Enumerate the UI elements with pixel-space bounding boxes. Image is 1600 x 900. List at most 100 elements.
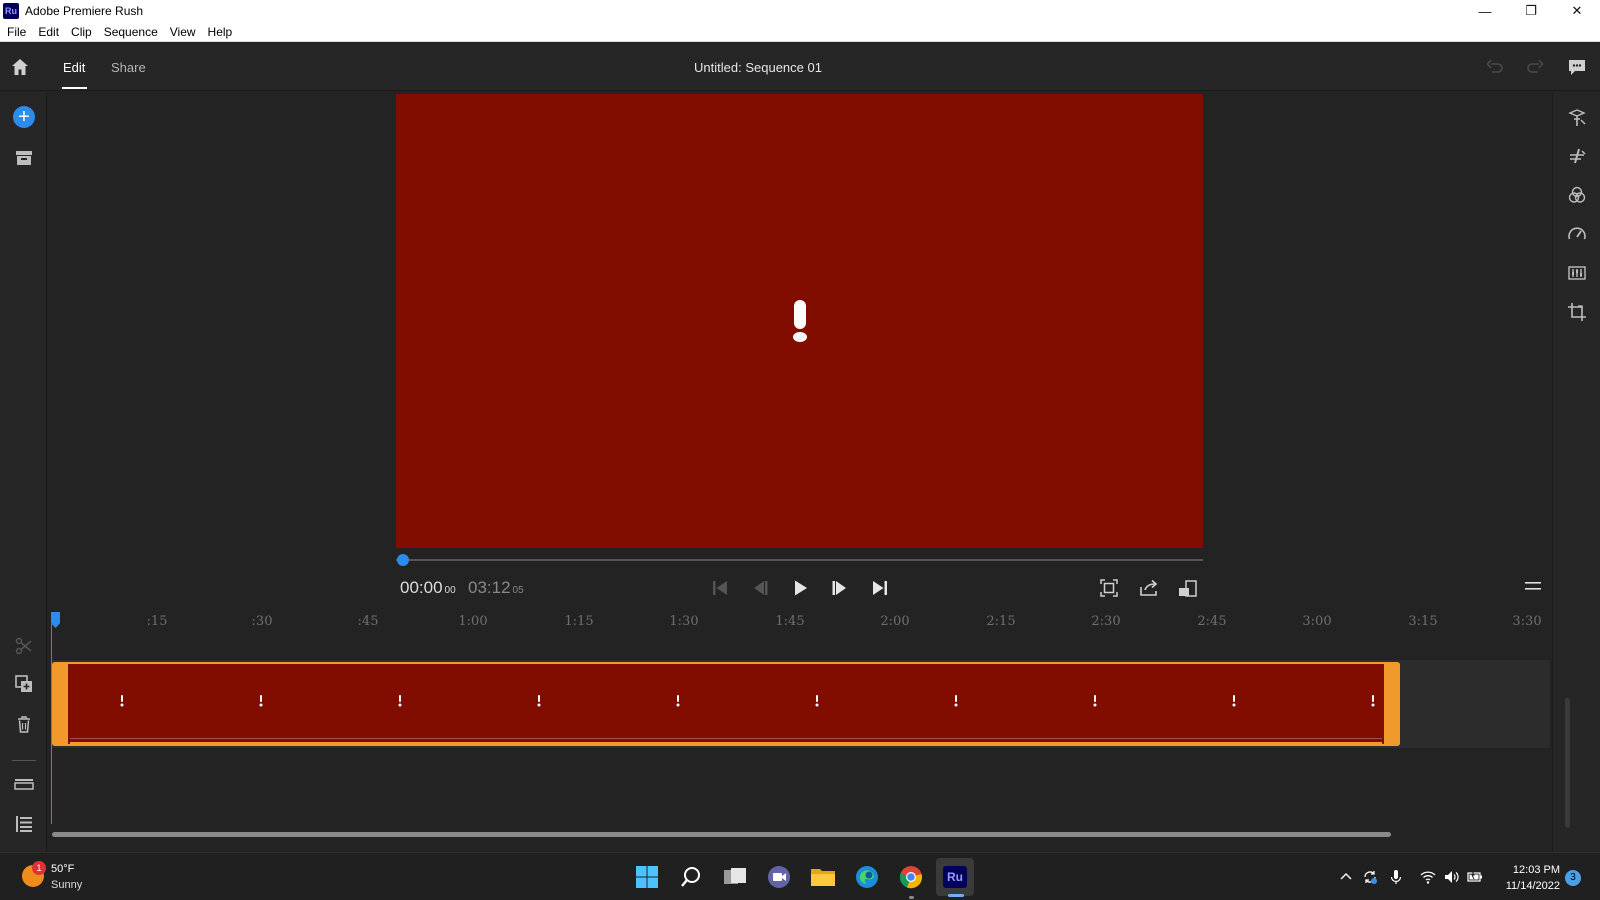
menu-edit[interactable]: Edit <box>38 25 59 39</box>
start-button[interactable] <box>633 863 661 891</box>
edge-browser-button[interactable] <box>853 863 881 891</box>
teams-chat-button[interactable] <box>765 863 793 891</box>
volume-icon[interactable] <box>1443 869 1459 885</box>
fit-to-frame-icon[interactable] <box>1098 578 1120 598</box>
ruler-tick: 2:45 <box>1197 614 1227 629</box>
premiere-rush-taskbar-button[interactable]: Ru <box>936 858 974 896</box>
clip-offline-icon <box>120 695 124 707</box>
duplicate-clip-button[interactable] <box>12 672 36 696</box>
play-icon[interactable] <box>789 578 811 598</box>
window-title-bar: Ru Adobe Premiere Rush — ❐ ✕ <box>0 0 1600 22</box>
weather-condition[interactable]: Sunny <box>51 879 82 891</box>
titles-icon[interactable] <box>1567 108 1587 128</box>
sequence-title: Untitled: Sequence 01 <box>694 60 822 75</box>
windows-taskbar: 1 50°F Sunny Ru 12:03 PM 11/14/2022 3 <box>0 852 1600 900</box>
clip-offline-icon <box>1093 695 1097 707</box>
scissors-icon <box>15 637 32 655</box>
file-explorer-button[interactable] <box>809 863 837 891</box>
undo-icon[interactable] <box>1486 58 1504 76</box>
task-view-button[interactable] <box>721 863 749 891</box>
ruler-tick: 3:30 <box>1512 614 1542 629</box>
ruler-tick: 1:00 <box>458 614 488 629</box>
playback-scrubber[interactable] <box>396 559 1203 561</box>
timeline-clip[interactable] <box>52 662 1400 746</box>
ruler-tick: :30 <box>251 614 273 629</box>
scrubber-handle[interactable] <box>397 554 409 566</box>
window-controls: — ❐ ✕ <box>1462 0 1600 22</box>
ruler-tick: 2:15 <box>986 614 1016 629</box>
ruler-tick: 2:00 <box>880 614 910 629</box>
timeline-ruler[interactable]: :15 :30 :45 1:00 1:15 1:30 1:45 2:00 2:1… <box>51 604 1550 646</box>
speed-icon[interactable] <box>1567 224 1587 244</box>
notification-badge[interactable]: 3 <box>1565 870 1581 886</box>
track-list-button[interactable] <box>12 812 36 836</box>
chevron-up-icon[interactable] <box>1338 869 1354 885</box>
menu-sequence[interactable]: Sequence <box>104 25 158 39</box>
transitions-icon[interactable] <box>1567 146 1587 166</box>
redo-icon[interactable] <box>1526 58 1544 76</box>
clip-offline-icon <box>259 695 263 707</box>
clock-date[interactable]: 11/14/2022 <box>1490 880 1560 892</box>
minimize-button[interactable]: — <box>1462 0 1508 22</box>
toolbar-separator <box>12 760 36 761</box>
chrome-browser-button[interactable] <box>897 863 925 891</box>
menu-clip[interactable]: Clip <box>71 25 92 39</box>
clock-time[interactable]: 12:03 PM <box>1490 864 1560 876</box>
timeline-horizontal-scrollbar[interactable] <box>52 832 1391 837</box>
close-button[interactable]: ✕ <box>1554 0 1600 22</box>
total-time: 03:12 <box>468 578 511 597</box>
left-toolbar: + <box>0 92 47 852</box>
folder-icon <box>811 869 835 886</box>
aspect-ratio-icon[interactable] <box>1177 578 1199 598</box>
clip-offline-icon <box>1371 695 1375 707</box>
timeline-vertical-scrollbar[interactable] <box>1565 698 1570 828</box>
audio-icon[interactable] <box>1567 263 1587 283</box>
clip-trim-handle-right[interactable] <box>1384 662 1400 746</box>
clip-audio-strip <box>70 742 1382 744</box>
right-toolbar <box>1552 92 1600 852</box>
clip-trim-handle-left[interactable] <box>52 662 68 746</box>
program-monitor[interactable] <box>396 94 1203 548</box>
feedback-icon[interactable] <box>1567 57 1587 77</box>
color-icon[interactable] <box>1567 185 1587 205</box>
wifi-icon[interactable] <box>1420 869 1436 885</box>
restore-button[interactable]: ❐ <box>1508 0 1554 22</box>
list-icon <box>16 816 32 832</box>
trash-icon <box>18 716 30 733</box>
track-controls-button[interactable] <box>12 772 36 796</box>
project-assets-button[interactable] <box>12 146 36 170</box>
chrome-icon <box>899 866 922 889</box>
timeline-menu-icon[interactable] <box>1524 580 1542 592</box>
ruler-tick: 1:15 <box>564 614 594 629</box>
add-media-button[interactable]: + <box>13 106 35 128</box>
share-export-icon[interactable] <box>1138 578 1160 598</box>
app-header: Edit Share Untitled: Sequence 01 <box>0 43 1600 91</box>
box-icon <box>16 151 32 165</box>
menu-help[interactable]: Help <box>208 25 233 39</box>
sync-icon[interactable] <box>1362 869 1378 885</box>
go-to-end-icon[interactable] <box>869 578 891 598</box>
ruler-tick: :15 <box>146 614 168 629</box>
delete-clip-button[interactable] <box>12 712 36 736</box>
task-view-icon <box>724 868 746 884</box>
total-frames: 05 <box>512 585 524 596</box>
rush-active-indicator <box>948 894 964 897</box>
microphone-icon[interactable] <box>1388 869 1404 885</box>
track-icon <box>14 779 34 790</box>
chrome-running-indicator <box>909 896 914 899</box>
step-forward-icon[interactable] <box>829 578 851 598</box>
menu-file[interactable]: File <box>7 25 26 39</box>
menu-bar: File Edit Clip Sequence View Help <box>0 22 1600 42</box>
menu-view[interactable]: View <box>170 25 196 39</box>
clip-offline-icon <box>398 695 402 707</box>
current-frames: 00 <box>444 585 456 596</box>
split-clip-button[interactable] <box>12 634 36 658</box>
weather-temperature[interactable]: 50°F <box>51 863 74 875</box>
battery-icon[interactable] <box>1467 869 1483 885</box>
media-offline-warning-icon <box>793 300 807 342</box>
clip-offline-icon <box>676 695 680 707</box>
step-back-icon[interactable] <box>749 578 771 598</box>
crop-icon[interactable] <box>1567 302 1587 322</box>
go-to-start-icon[interactable] <box>709 578 731 598</box>
search-button[interactable] <box>677 863 705 891</box>
